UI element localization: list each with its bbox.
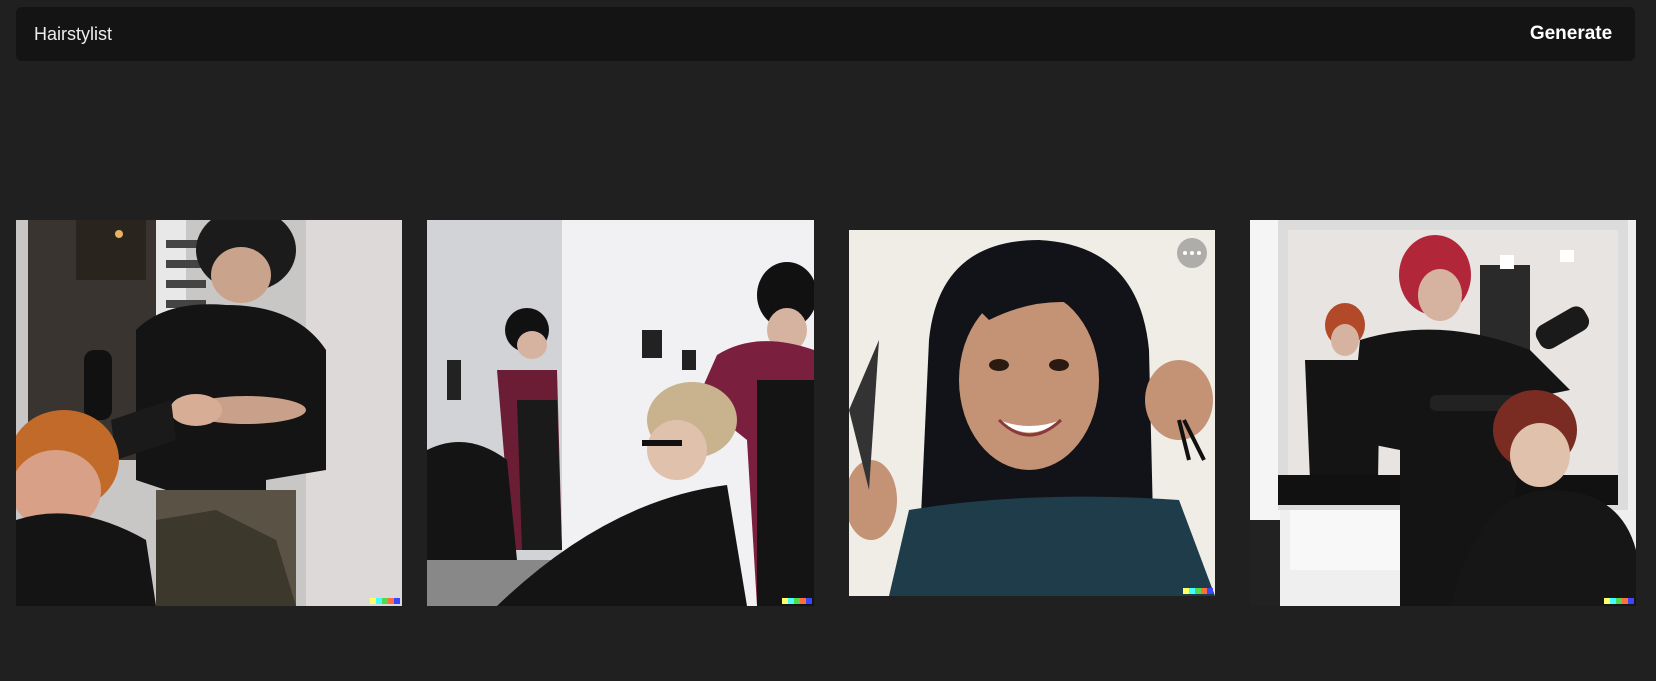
- result-image-4[interactable]: [1250, 220, 1636, 606]
- signature-swatch-icon: [1207, 588, 1213, 594]
- dalle-signature-icon: [782, 598, 812, 604]
- dot-icon: [1183, 251, 1187, 255]
- result-image-2[interactable]: [427, 220, 814, 606]
- generate-button[interactable]: Generate: [1507, 7, 1635, 61]
- signature-swatch-icon: [1628, 598, 1634, 604]
- result-image-1[interactable]: [16, 220, 402, 606]
- dot-icon: [1190, 251, 1194, 255]
- hairstylist-blow-dry-photo-icon: [16, 220, 402, 606]
- dalle-signature-icon: [1183, 588, 1213, 594]
- signature-swatch-icon: [806, 598, 812, 604]
- signature-swatch-icon: [394, 598, 400, 604]
- prompt-bar[interactable]: Hairstylist Generate: [16, 7, 1635, 61]
- smiling-woman-scissors-photo-icon: [849, 230, 1215, 596]
- hairstylist-red-hair-photo-icon: [1250, 220, 1636, 606]
- result-image-3[interactable]: [849, 230, 1215, 596]
- dalle-signature-icon: [370, 598, 400, 604]
- dalle-signature-icon: [1604, 598, 1634, 604]
- dot-icon: [1197, 251, 1201, 255]
- hairstylist-salon-mirror-photo-icon: [427, 220, 814, 606]
- more-options-button[interactable]: [1177, 238, 1207, 268]
- prompt-input[interactable]: Hairstylist: [34, 7, 112, 61]
